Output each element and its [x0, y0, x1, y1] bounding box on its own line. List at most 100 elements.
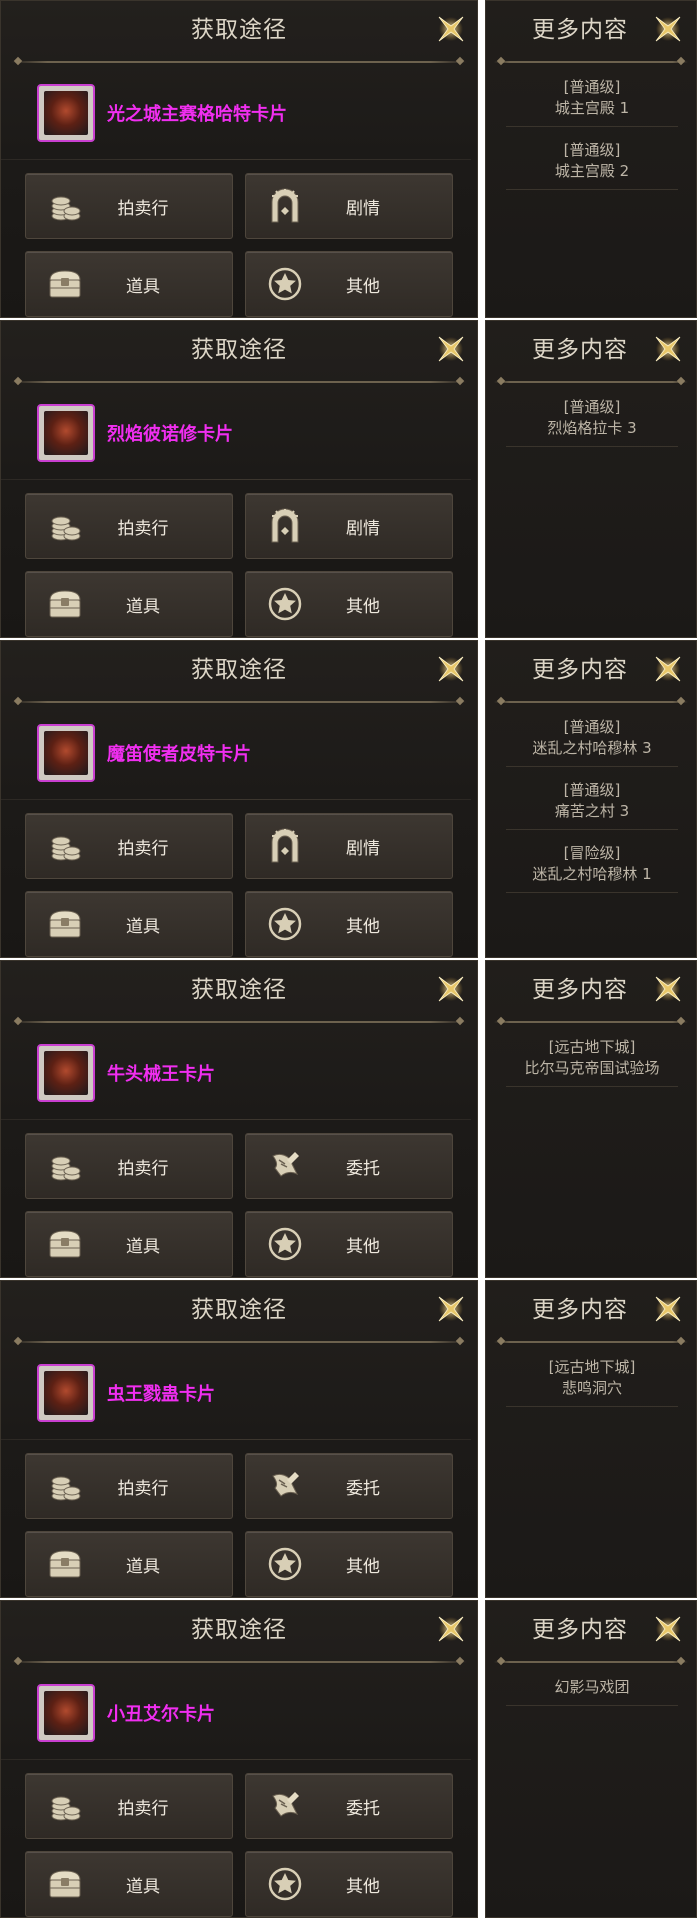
dungeon-entry[interactable]: [普通级] 迷乱之村哈穆林 3 — [506, 711, 678, 767]
dungeon-entry[interactable]: 幻影马戏团 — [506, 1671, 678, 1706]
gate-icon — [266, 827, 304, 865]
route-button-label: 道具 — [126, 916, 160, 937]
close-icon[interactable] — [431, 1609, 471, 1649]
close-icon[interactable] — [648, 1609, 688, 1649]
card-name: 小丑艾尔卡片 — [107, 1704, 215, 1725]
item-divider — [1, 1759, 471, 1760]
chest-icon — [46, 905, 84, 943]
route-button[interactable]: 其他 — [245, 251, 453, 317]
dungeon-entry[interactable]: [普通级] 城主宫殿 1 — [506, 71, 678, 127]
chest-icon — [46, 1545, 84, 1583]
route-button[interactable]: 拍卖行 — [25, 1133, 233, 1199]
route-button[interactable]: 其他 — [245, 571, 453, 637]
route-button[interactable]: 其他 — [245, 1531, 453, 1597]
close-icon[interactable] — [431, 1289, 471, 1329]
close-icon[interactable] — [431, 649, 471, 689]
route-button[interactable]: 道具 — [25, 571, 233, 637]
dungeon-level: [远古地下城] — [548, 1038, 636, 1056]
route-button-label: 拍卖行 — [117, 1478, 169, 1499]
card-thumbnail — [37, 724, 95, 782]
panel-title: 获取途径 — [191, 657, 287, 683]
route-button[interactable]: 其他 — [245, 891, 453, 957]
close-icon[interactable] — [648, 9, 688, 49]
card-item[interactable]: 小丑艾尔卡片 — [37, 1681, 215, 1745]
dungeon-name: 城主宫殿 2 — [554, 162, 630, 180]
route-button-label: 道具 — [126, 1236, 160, 1257]
route-button[interactable]: 剧情 — [245, 173, 453, 239]
card-item[interactable]: 牛头械王卡片 — [37, 1041, 215, 1105]
card-name: 魔笛使者皮特卡片 — [107, 744, 251, 765]
close-icon[interactable] — [648, 1289, 688, 1329]
dungeon-name: 比尔马克帝国试验场 — [524, 1059, 660, 1077]
chest-icon — [46, 1225, 84, 1263]
header-divider — [11, 1021, 467, 1023]
header-divider — [11, 1661, 467, 1663]
panel-title: 获取途径 — [191, 1297, 287, 1323]
dungeon-level: [远古地下城] — [548, 1358, 636, 1376]
route-button[interactable]: 委托 — [245, 1453, 453, 1519]
close-icon[interactable] — [431, 9, 471, 49]
card-thumbnail — [37, 84, 95, 142]
dungeon-name: 烈焰格拉卡 3 — [547, 419, 637, 437]
panel-title: 获取途径 — [191, 977, 287, 1003]
dungeon-entry[interactable]: [远古地下城] 比尔马克帝国试验场 — [506, 1031, 678, 1087]
gate-icon — [266, 187, 304, 225]
more-content-panel: 更多内容 [普通级] 城主宫殿 1 [普通级] 城主宫殿 2 — [485, 0, 697, 318]
route-button[interactable]: 剧情 — [245, 813, 453, 879]
route-button[interactable]: 道具 — [25, 1531, 233, 1597]
dungeon-name: 悲鸣洞穴 — [561, 1379, 622, 1397]
acquisition-panel: 获取途径 魔笛使者皮特卡片 拍卖行 剧情 道具 其他 更多内容 [普通级] 迷乱之村哈穆林 3[… — [0, 640, 697, 958]
route-button[interactable]: 委托 — [245, 1773, 453, 1839]
card-item[interactable]: 魔笛使者皮特卡片 — [37, 721, 251, 785]
more-content-panel: 更多内容 [远古地下城] 比尔马克帝国试验场 — [485, 960, 697, 1278]
panel-title: 获取途径 — [191, 17, 287, 43]
close-icon[interactable] — [431, 329, 471, 369]
dungeon-entry[interactable]: [远古地下城] 悲鸣洞穴 — [506, 1351, 678, 1407]
dungeon-entry[interactable]: [普通级] 城主宫殿 2 — [506, 134, 678, 190]
dungeon-entry[interactable]: [普通级] 痛苦之村 3 — [506, 774, 678, 830]
header-divider — [11, 1341, 467, 1343]
star-icon — [266, 905, 304, 943]
dungeon-level: [普通级] — [563, 718, 621, 736]
scroll-icon — [266, 1467, 304, 1505]
close-icon[interactable] — [648, 649, 688, 689]
route-button[interactable]: 拍卖行 — [25, 173, 233, 239]
acquisition-panel: 获取途径 烈焰彼诺修卡片 拍卖行 剧情 道具 其他 更多内容 [普通级] 烈焰格拉卡 3 — [0, 320, 697, 638]
acquisition-route-panel: 获取途径 烈焰彼诺修卡片 拍卖行 剧情 道具 其他 — [0, 320, 478, 638]
dungeon-level: [冒险级] — [563, 844, 621, 862]
route-button[interactable]: 剧情 — [245, 493, 453, 559]
close-icon[interactable] — [431, 969, 471, 1009]
route-button[interactable]: 拍卖行 — [25, 1453, 233, 1519]
card-item[interactable]: 烈焰彼诺修卡片 — [37, 401, 233, 465]
route-button[interactable]: 拍卖行 — [25, 813, 233, 879]
route-button-label: 剧情 — [346, 838, 380, 859]
route-button[interactable]: 道具 — [25, 1851, 233, 1917]
dungeon-entry[interactable]: [普通级] 烈焰格拉卡 3 — [506, 391, 678, 447]
route-button-label: 其他 — [346, 1876, 380, 1897]
close-icon[interactable] — [648, 329, 688, 369]
route-button[interactable]: 其他 — [245, 1851, 453, 1917]
route-button[interactable]: 道具 — [25, 251, 233, 317]
route-button-label: 其他 — [346, 1236, 380, 1257]
route-button[interactable]: 拍卖行 — [25, 1773, 233, 1839]
header-divider — [494, 61, 688, 63]
route-button-label: 剧情 — [346, 518, 380, 539]
route-button[interactable]: 拍卖行 — [25, 493, 233, 559]
card-item[interactable]: 虫王戮蛊卡片 — [37, 1361, 215, 1425]
route-button[interactable]: 委托 — [245, 1133, 453, 1199]
route-button-label: 委托 — [346, 1478, 380, 1499]
card-item[interactable]: 光之城主赛格哈特卡片 — [37, 81, 287, 145]
route-button-label: 其他 — [346, 596, 380, 617]
route-button[interactable]: 道具 — [25, 891, 233, 957]
route-button[interactable]: 道具 — [25, 1211, 233, 1277]
route-button[interactable]: 其他 — [245, 1211, 453, 1277]
card-name: 虫王戮蛊卡片 — [107, 1384, 215, 1405]
card-thumbnail — [37, 1044, 95, 1102]
acquisition-panel: 获取途径 小丑艾尔卡片 拍卖行 委托 道具 其他 更多内容 幻影马戏团 — [0, 1600, 697, 1918]
star-icon — [266, 1545, 304, 1583]
close-icon[interactable] — [648, 969, 688, 1009]
dungeon-entry[interactable]: [冒险级] 迷乱之村哈穆林 1 — [506, 837, 678, 893]
card-name: 牛头械王卡片 — [107, 1064, 215, 1085]
item-divider — [1, 159, 471, 160]
dungeon-name: 痛苦之村 3 — [554, 802, 630, 820]
